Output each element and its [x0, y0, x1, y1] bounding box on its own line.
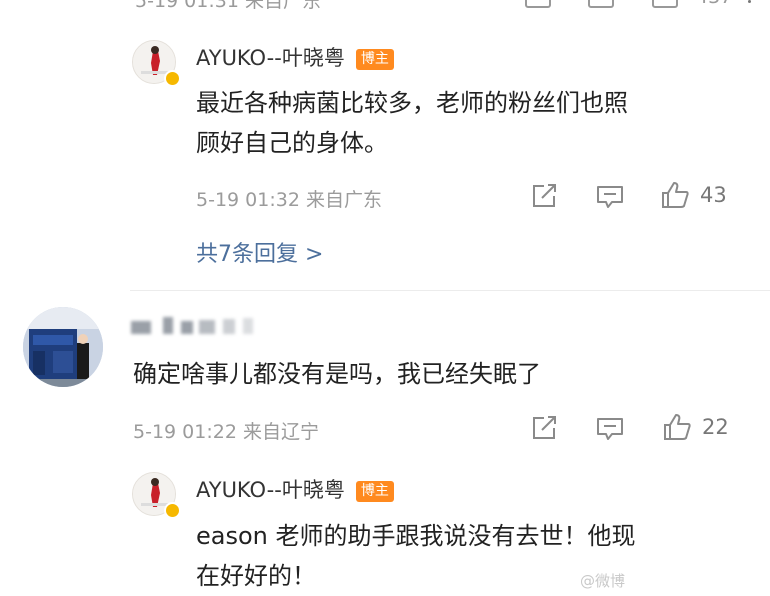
like-count: 22: [702, 415, 729, 439]
comment-meta: 5-19 01:22 来自辽宁: [133, 421, 319, 443]
comment-header: AYUKO--叶晓粤 博主: [196, 474, 394, 504]
more-dot: [748, 0, 751, 3]
verified-badge-icon: [164, 502, 181, 519]
comment-icon[interactable]: [596, 185, 624, 209]
comment-meta: 5-19 01:32 来自广东: [196, 189, 382, 211]
comment-text: 最近各种病菌比较多，老师的粉丝们也照 顾好自己的身体。: [196, 83, 628, 163]
redacted-block: [131, 321, 151, 334]
comment-text-line: 顾好自己的身体。: [196, 129, 388, 157]
divider: [130, 290, 770, 291]
blogger-badge: 博主: [355, 481, 394, 502]
share-icon[interactable]: [525, 0, 551, 8]
avatar-image: [23, 307, 103, 387]
watermark: @微博: [580, 572, 626, 590]
author-name[interactable]: AYUKO--叶晓粤: [196, 46, 345, 70]
comment-text: eason 老师的助手跟我说没有去世！他现 在好好的！: [196, 516, 636, 596]
share-icon[interactable]: [531, 183, 559, 209]
redacted-block: [199, 320, 215, 334]
avatar[interactable]: [23, 307, 103, 387]
author-name[interactable]: AYUKO--叶晓粤: [196, 478, 345, 502]
comment-text-line: eason 老师的助手跟我说没有去世！他现: [196, 522, 636, 550]
redacted-block: [223, 319, 235, 334]
redacted-block: [181, 321, 193, 334]
previous-like-count: 437: [696, 0, 732, 8]
blogger-badge: 博主: [355, 49, 394, 70]
thumbs-up-icon[interactable]: [652, 0, 678, 8]
comment-text-line: 最近各种病菌比较多，老师的粉丝们也照: [196, 89, 628, 117]
share-icon[interactable]: [531, 415, 559, 441]
comment-icon[interactable]: [588, 0, 614, 8]
thumbs-up-icon[interactable]: [660, 181, 690, 209]
comment-icon[interactable]: [596, 417, 624, 441]
previous-comment-meta: 5-19 01:31 来自广东: [135, 0, 321, 12]
verified-badge-icon: [164, 70, 181, 87]
like-count: 43: [700, 183, 727, 207]
previous-comment-footer: 5-19 01:31 来自广东 437: [0, 0, 770, 16]
comment-text: 确定啥事儿都没有是吗，我已经失眠了: [133, 354, 541, 394]
comment-header: AYUKO--叶晓粤 博主: [196, 42, 394, 72]
thumbs-up-icon[interactable]: [662, 413, 692, 441]
view-replies-link[interactable]: 共7条回复 >: [196, 236, 323, 268]
redacted-block: [243, 318, 253, 334]
redacted-block: [163, 317, 173, 334]
comment-text-line: 在好好的！: [196, 562, 316, 590]
comment-text-line: 确定啥事儿都没有是吗，我已经失眠了: [133, 360, 541, 388]
